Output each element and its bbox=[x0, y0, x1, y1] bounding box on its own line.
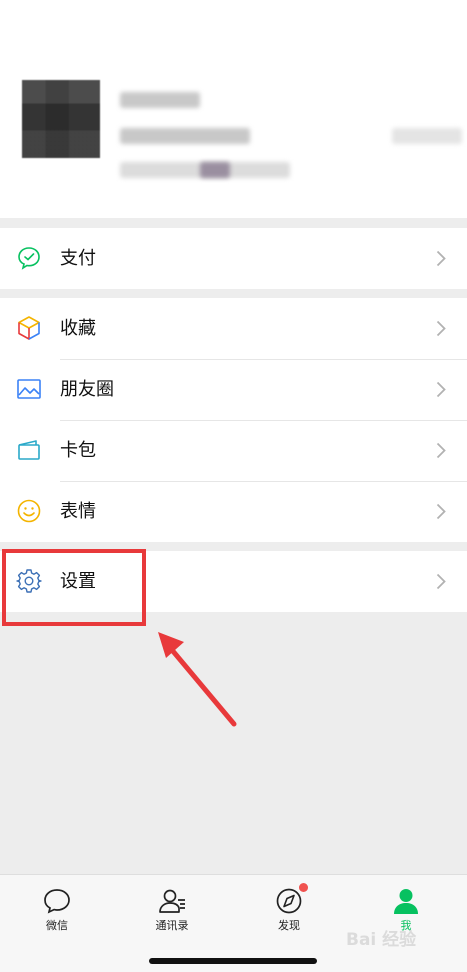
profile-header[interactable] bbox=[0, 0, 467, 218]
menu-label-favorites: 收藏 bbox=[60, 318, 96, 339]
tab-discover[interactable]: 发现 bbox=[249, 875, 329, 935]
notification-dot bbox=[299, 883, 308, 892]
tab-chats[interactable]: 微信 bbox=[17, 875, 97, 935]
qr-area-blurred bbox=[392, 128, 462, 144]
menu-item-favorites[interactable]: 收藏 bbox=[0, 298, 467, 359]
menu-item-moments[interactable]: 朋友圈 bbox=[0, 359, 467, 420]
person-icon bbox=[394, 889, 418, 914]
smiley-icon bbox=[17, 499, 41, 523]
home-indicator bbox=[149, 958, 317, 964]
watermark: Bai 经验 bbox=[346, 930, 417, 950]
chevron-right-icon bbox=[436, 320, 446, 337]
menu-label-pay: 支付 bbox=[60, 248, 96, 269]
status-thumb-blurred bbox=[200, 162, 230, 178]
menu-label-moments: 朋友圈 bbox=[60, 379, 114, 400]
menu-item-pay[interactable]: 支付 bbox=[0, 228, 467, 289]
compass-icon bbox=[276, 888, 302, 914]
avatar[interactable] bbox=[22, 80, 100, 158]
features-group: 收藏 朋友圈 卡包 表情 bbox=[0, 298, 467, 542]
card-wallet-icon bbox=[18, 440, 40, 460]
chevron-right-icon bbox=[436, 503, 446, 520]
tab-label-chats: 微信 bbox=[46, 919, 68, 932]
annotation-highlight-box bbox=[2, 549, 146, 626]
moments-icon bbox=[17, 379, 41, 399]
menu-item-stickers[interactable]: 表情 bbox=[0, 481, 467, 542]
menu-item-cards[interactable]: 卡包 bbox=[0, 420, 467, 481]
chat-bubble-icon bbox=[44, 889, 70, 914]
pay-group: 支付 bbox=[0, 228, 467, 289]
annotation-arrow bbox=[158, 632, 237, 727]
tab-label-contacts: 通讯录 bbox=[155, 919, 189, 932]
chevron-right-icon bbox=[436, 573, 446, 590]
tab-contacts[interactable]: 通讯录 bbox=[132, 875, 212, 935]
chevron-right-icon bbox=[436, 381, 446, 398]
contacts-icon bbox=[159, 889, 185, 913]
menu-label-cards: 卡包 bbox=[60, 440, 96, 461]
chevron-right-icon bbox=[436, 250, 446, 267]
wechat-id-blurred bbox=[120, 128, 250, 144]
menu-label-stickers: 表情 bbox=[60, 501, 96, 522]
chevron-right-icon bbox=[436, 442, 446, 459]
favorites-icon bbox=[18, 316, 40, 340]
pay-icon bbox=[18, 247, 40, 270]
nickname-blurred bbox=[120, 92, 200, 108]
tab-label-discover: 发现 bbox=[278, 919, 300, 932]
